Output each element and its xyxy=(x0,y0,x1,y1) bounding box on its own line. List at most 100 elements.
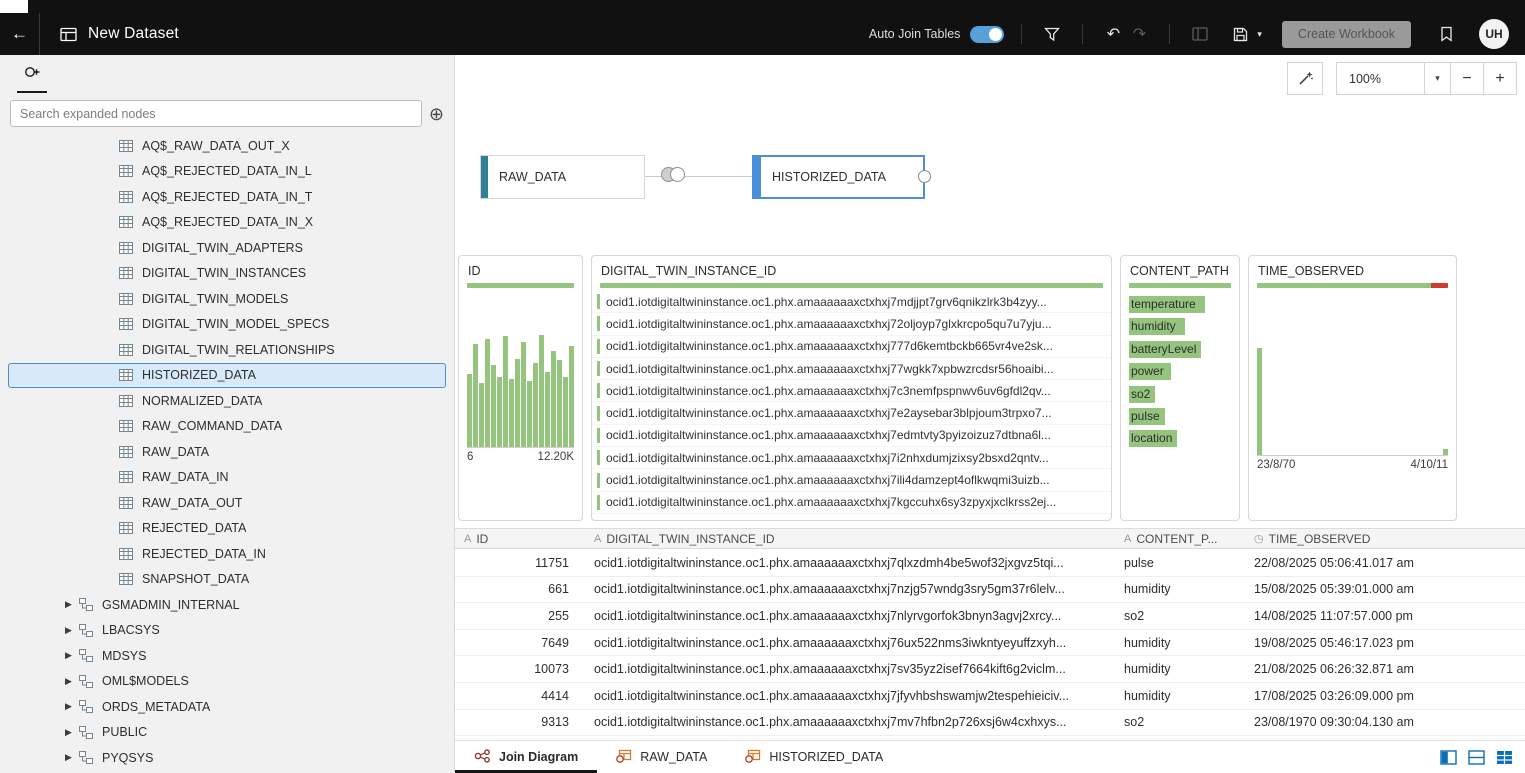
sidebar-item-schema[interactable]: ▶ MDSYS xyxy=(8,643,446,669)
column-header-id[interactable]: A ID xyxy=(455,532,585,546)
tab-raw-data[interactable]: RAW_DATA xyxy=(597,741,726,773)
quality-card-time-observed[interactable]: TIME_OBSERVED 23/8/70 4/10/11 xyxy=(1248,255,1457,521)
tab-connections[interactable] xyxy=(17,55,47,93)
quality-card-content-path[interactable]: CONTENT_PATH temperature humidity xyxy=(1120,255,1240,521)
sidebar-item-table[interactable]: AQ$_REJECTED_DATA_IN_T xyxy=(8,184,446,210)
sidebar-item-table[interactable]: RAW_COMMAND_DATA xyxy=(8,414,446,440)
value-row[interactable]: so2 xyxy=(1121,383,1239,405)
quality-bar[interactable] xyxy=(467,283,574,288)
sidebar-item-schema[interactable]: ▶ LBACSYS xyxy=(8,618,446,644)
sidebar-item-table[interactable]: SNAPSHOT_DATA xyxy=(8,567,446,593)
chevron-right-icon[interactable]: ▶ xyxy=(65,752,79,763)
search-input[interactable] xyxy=(10,100,422,127)
value-row[interactable]: ocid1.iotdigitaltwininstance.oc1.phx.ama… xyxy=(592,358,1111,380)
sidebar-item-schema[interactable]: ▶ OML$MODELS xyxy=(8,669,446,695)
value-row[interactable]: batteryLevel xyxy=(1121,338,1239,360)
table-row[interactable]: 661 ocid1.iotdigitaltwininstance.oc1.phx… xyxy=(455,577,1525,604)
avatar[interactable]: UH xyxy=(1479,19,1509,49)
sidebar-item-table[interactable]: REJECTED_DATA xyxy=(8,516,446,542)
value-row[interactable]: pulse xyxy=(1121,405,1239,427)
sidebar-item-table[interactable]: DIGITAL_TWIN_INSTANCES xyxy=(8,261,446,287)
sidebar-item-schema[interactable]: ▶ ORDS_METADATA xyxy=(8,694,446,720)
sidebar-item-schema[interactable]: ▶ PUBLIC xyxy=(8,720,446,746)
chevron-right-icon[interactable]: ▶ xyxy=(65,625,79,636)
sidebar-item-table[interactable]: DIGITAL_TWIN_MODEL_SPECS xyxy=(8,312,446,338)
table-row[interactable]: 255 ocid1.iotdigitaltwininstance.oc1.phx… xyxy=(455,603,1525,630)
create-workbook-button[interactable]: Create Workbook xyxy=(1282,21,1411,48)
value-row[interactable]: humidity xyxy=(1121,315,1239,337)
bookmark-icon[interactable] xyxy=(1433,26,1459,42)
quality-bar[interactable] xyxy=(600,283,1103,288)
value-row[interactable]: ocid1.iotdigitaltwininstance.oc1.phx.ama… xyxy=(592,492,1111,514)
chevron-right-icon[interactable]: ▶ xyxy=(65,650,79,661)
undo-icon[interactable]: ↶ xyxy=(1100,24,1126,44)
value-row[interactable]: ocid1.iotdigitaltwininstance.oc1.phx.ama… xyxy=(592,425,1111,447)
quality-bar[interactable] xyxy=(1129,283,1231,288)
chevron-right-icon[interactable]: ▶ xyxy=(65,701,79,712)
tab-join-diagram[interactable]: Join Diagram xyxy=(455,741,597,773)
column-header-time-observed[interactable]: ◷ TIME_OBSERVED xyxy=(1245,532,1525,546)
sidebar-item-table[interactable]: RAW_DATA_OUT xyxy=(8,490,446,516)
chevron-right-icon[interactable]: ▶ xyxy=(65,676,79,687)
sidebar-item-table[interactable]: DIGITAL_TWIN_ADAPTERS xyxy=(8,235,446,261)
value-row[interactable]: ocid1.iotdigitaltwininstance.oc1.phx.ama… xyxy=(592,469,1111,491)
table-row[interactable]: 7649 ocid1.iotdigitaltwininstance.oc1.ph… xyxy=(455,630,1525,657)
value-row[interactable]: ocid1.iotdigitaltwininstance.oc1.phx.ama… xyxy=(592,380,1111,402)
sidebar-item-table[interactable]: AQ$_REJECTED_DATA_IN_L xyxy=(8,159,446,185)
quality-bar[interactable] xyxy=(1257,283,1448,288)
chevron-right-icon[interactable]: ▶ xyxy=(65,599,79,610)
auto-join-toggle[interactable] xyxy=(970,26,1004,43)
sidebar-item-table[interactable]: RAW_DATA xyxy=(8,439,446,465)
node-connection-handle[interactable] xyxy=(918,170,931,183)
redo-icon[interactable]: ↷ xyxy=(1126,24,1152,44)
split-vertical-view-icon[interactable] xyxy=(1440,750,1457,765)
value-row[interactable]: ocid1.iotdigitaltwininstance.oc1.phx.ama… xyxy=(592,291,1111,313)
table-row[interactable]: 4414 ocid1.iotdigitaltwininstance.oc1.ph… xyxy=(455,683,1525,710)
sidebar-item-table[interactable]: DIGITAL_TWIN_MODELS xyxy=(8,286,446,312)
chevron-right-icon[interactable]: ▶ xyxy=(65,727,79,738)
value-row[interactable]: ocid1.iotdigitaltwininstance.oc1.phx.ama… xyxy=(592,336,1111,358)
sidebar-item-table[interactable]: AQ$_REJECTED_DATA_IN_X xyxy=(8,210,446,236)
sidebar-item-schema[interactable]: ▶ GSMADMIN_INTERNAL xyxy=(8,592,446,618)
value-row[interactable]: ocid1.iotdigitaltwininstance.oc1.phx.ama… xyxy=(592,402,1111,424)
filter-icon[interactable] xyxy=(1039,27,1065,42)
grid-view-icon[interactable] xyxy=(1496,750,1513,765)
tab-historized-data[interactable]: HISTORIZED_DATA xyxy=(726,741,902,773)
table-row[interactable]: 10073 ocid1.iotdigitaltwininstance.oc1.p… xyxy=(455,656,1525,683)
sidebar-item-schema[interactable]: ▶ PYQSYS xyxy=(8,745,446,771)
quality-card-id[interactable]: ID 6 12.20K xyxy=(458,255,583,521)
frequency-tick xyxy=(597,316,600,331)
sidebar-item-table[interactable]: HISTORIZED_DATA xyxy=(8,363,446,389)
column-header-instance-id[interactable]: A DIGITAL_TWIN_INSTANCE_ID xyxy=(585,532,1115,546)
save-icon[interactable] xyxy=(1227,27,1253,42)
zoom-out-button[interactable]: − xyxy=(1450,62,1484,95)
value-row[interactable]: temperature xyxy=(1121,293,1239,315)
diagram-node-raw-data[interactable]: RAW_DATA xyxy=(480,155,645,199)
value-row[interactable]: location xyxy=(1121,427,1239,449)
present-icon[interactable] xyxy=(1187,27,1213,41)
histogram-bar xyxy=(539,335,544,447)
zoom-in-button[interactable]: + xyxy=(1483,62,1517,95)
table-row[interactable]: 11751 ocid1.iotdigitaltwininstance.oc1.p… xyxy=(455,550,1525,577)
diagram-node-historized-data[interactable]: HISTORIZED_DATA xyxy=(752,155,925,199)
sidebar-item-table[interactable]: REJECTED_DATA_IN xyxy=(8,541,446,567)
column-header-content-path[interactable]: A CONTENT_P... xyxy=(1115,532,1245,546)
sidebar-item-table[interactable]: NORMALIZED_DATA xyxy=(8,388,446,414)
sidebar-item-table[interactable]: RAW_DATA_IN xyxy=(8,465,446,491)
back-button[interactable]: ← xyxy=(0,13,40,55)
sidebar-item-table[interactable]: DIGITAL_TWIN_RELATIONSHIPS xyxy=(8,337,446,363)
join-type-icon[interactable] xyxy=(661,167,685,182)
split-horizontal-view-icon[interactable] xyxy=(1468,750,1485,765)
zoom-select[interactable]: 100% ▾ xyxy=(1336,62,1451,95)
value-row[interactable]: power xyxy=(1121,360,1239,382)
value-row[interactable]: ocid1.iotdigitaltwininstance.oc1.phx.ama… xyxy=(592,447,1111,469)
sidebar-item-table[interactable]: AQ$_RAW_DATA_OUT_X xyxy=(8,133,446,159)
chevron-down-icon[interactable]: ▾ xyxy=(1424,63,1450,94)
value-row[interactable]: ocid1.iotdigitaltwininstance.oc1.phx.ama… xyxy=(592,313,1111,335)
auto-layout-button[interactable] xyxy=(1287,62,1323,95)
expand-all-button[interactable]: ⊕ xyxy=(429,105,444,123)
column-header-label: DIGITAL_TWIN_INSTANCE_ID xyxy=(606,532,774,546)
save-menu-caret[interactable]: ▾ xyxy=(1257,29,1262,40)
table-row[interactable]: 9313 ocid1.iotdigitaltwininstance.oc1.ph… xyxy=(455,710,1525,737)
quality-card-instance-id[interactable]: DIGITAL_TWIN_INSTANCE_ID ocid1.iotdigita… xyxy=(591,255,1112,521)
